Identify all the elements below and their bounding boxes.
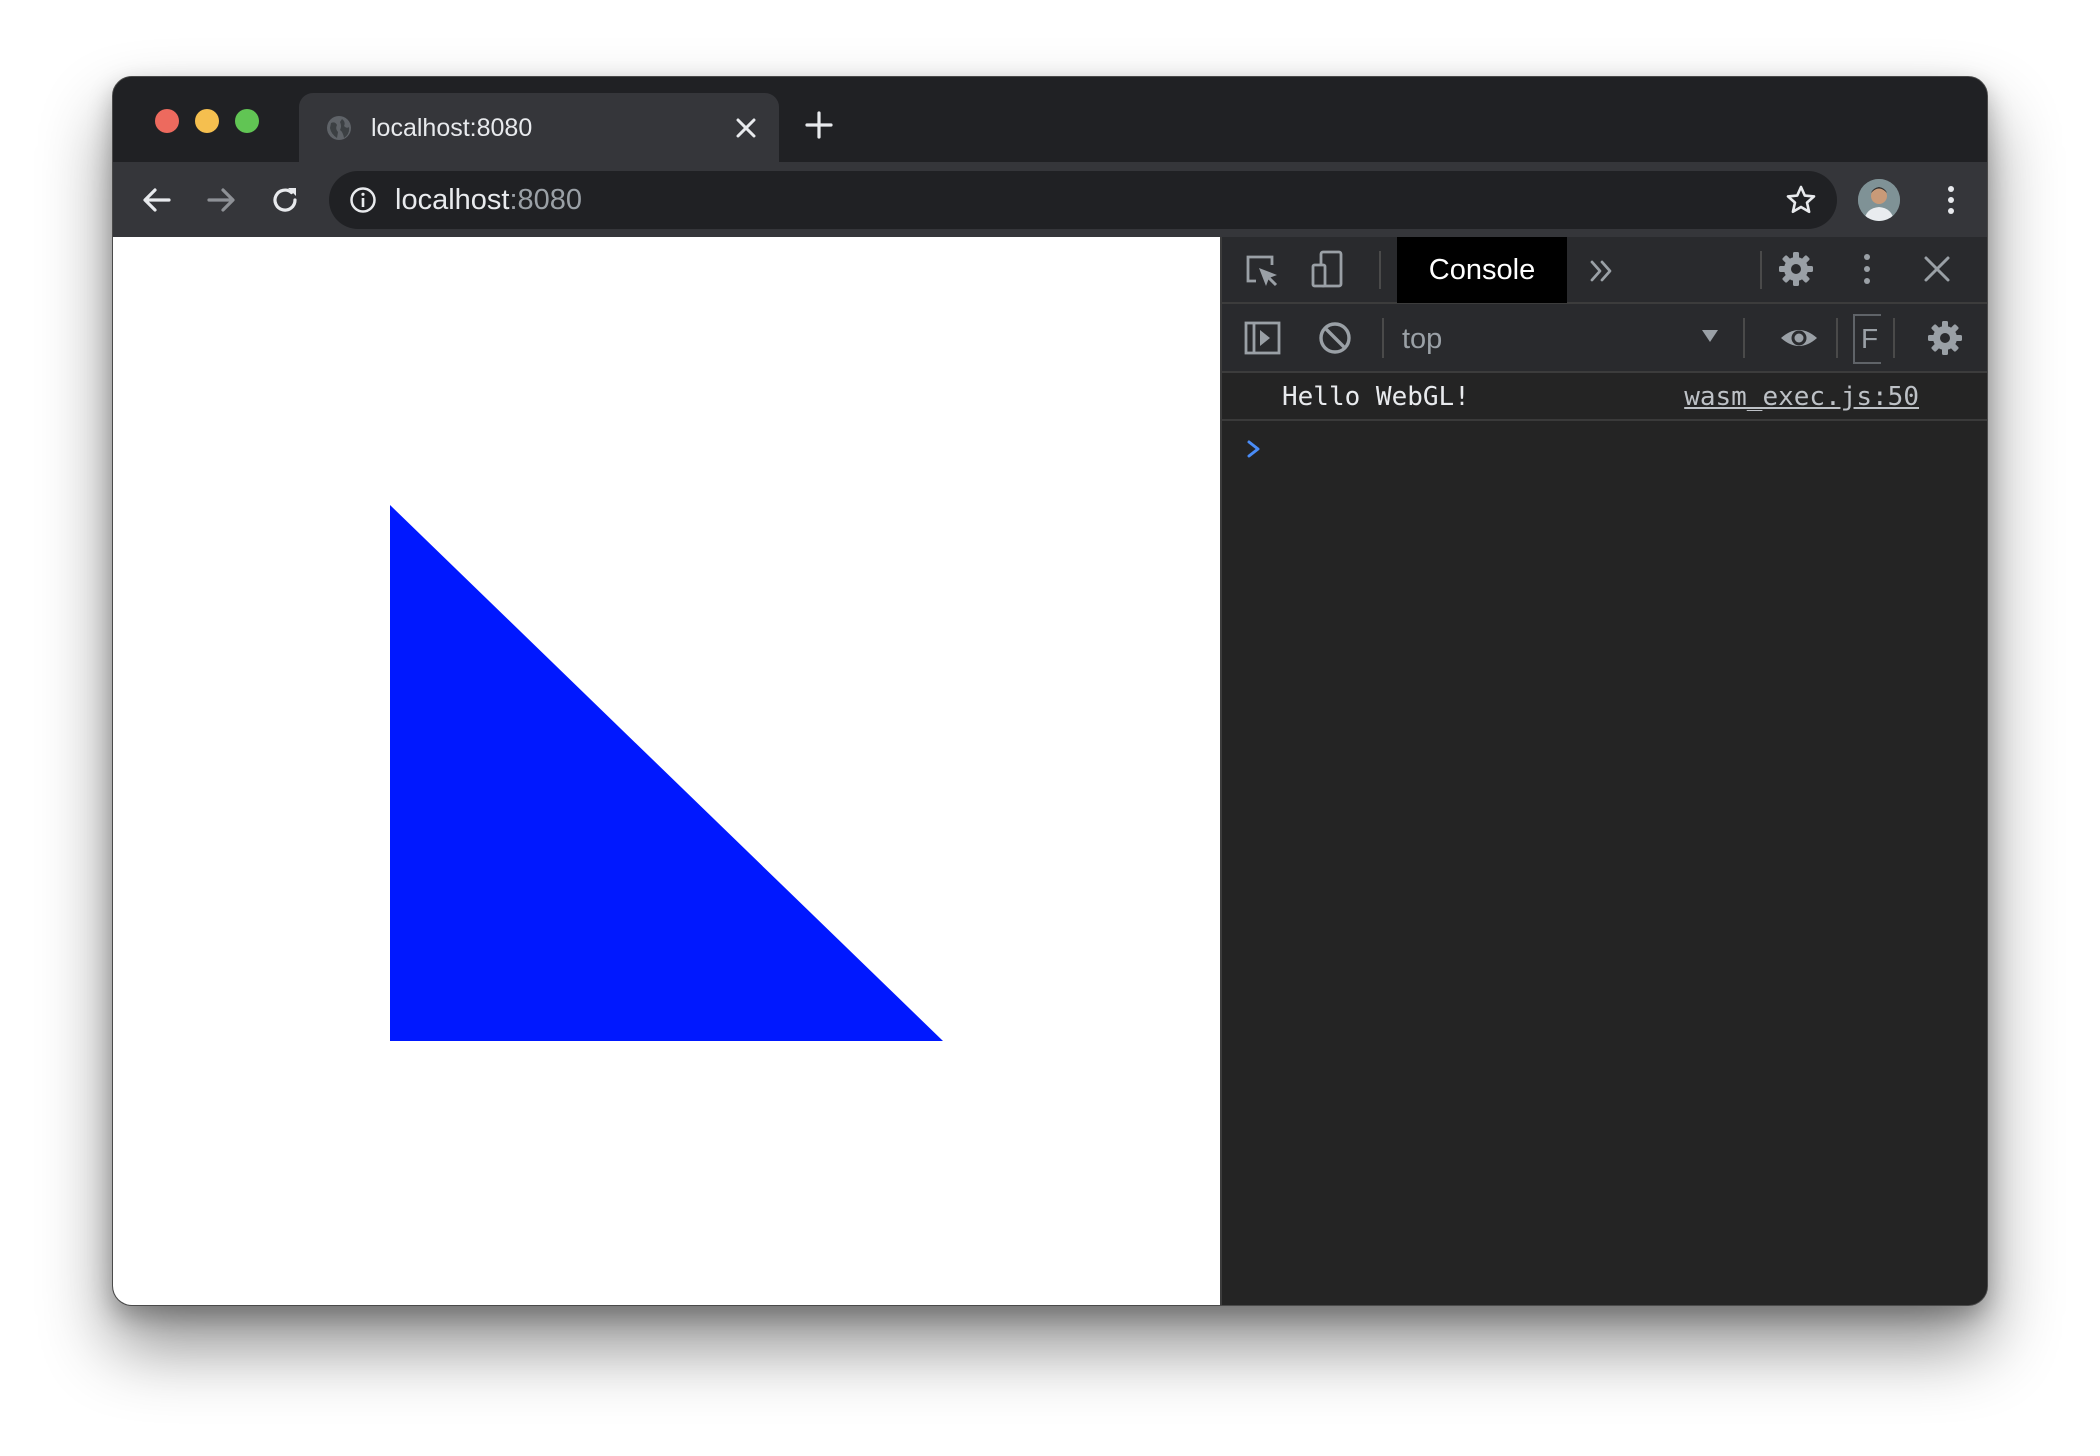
tab-console[interactable]: Console [1397, 237, 1567, 303]
console-message-row: Hello WebGL! wasm_exec.js:50 [1222, 373, 1987, 421]
dropdown-arrow-icon[interactable] [1700, 326, 1720, 346]
devtools-panel: Console top F Hello WebGL! wasm_exec.js:… [1220, 237, 1987, 1305]
settings-gear-icon[interactable] [1776, 249, 1816, 289]
more-tabs-chevron-icon[interactable] [1582, 251, 1622, 291]
address-bar[interactable]: localhost:8080 [329, 171, 1837, 229]
toolbar-divider [1836, 318, 1838, 358]
console-toolbar: top F [1222, 304, 1987, 373]
close-window-button[interactable] [155, 109, 179, 133]
sidebar-toggle-icon[interactable] [1242, 318, 1282, 358]
console-message-text: Hello WebGL! [1282, 382, 1470, 412]
toolbar-divider [1382, 318, 1384, 358]
url-text: localhost:8080 [395, 181, 582, 219]
toolbar-divider [1893, 318, 1895, 358]
blue-triangle [390, 505, 943, 1041]
globe-icon [327, 116, 351, 140]
url-port: :8080 [509, 184, 583, 216]
inspect-element-icon[interactable] [1242, 251, 1282, 291]
device-toolbar-icon[interactable] [1308, 249, 1348, 289]
console-settings-gear-icon[interactable] [1925, 318, 1965, 358]
url-host: localhost [395, 184, 510, 216]
bookmark-star-icon[interactable] [1785, 184, 1817, 216]
avatar-image [1858, 179, 1900, 221]
browser-tab[interactable]: localhost:8080 [299, 93, 779, 162]
tab-title: localhost:8080 [371, 114, 533, 142]
reload-icon[interactable] [267, 182, 303, 218]
browser-window: localhost:8080 localhost:8080 Console to… [112, 76, 1988, 1306]
filter-input[interactable]: F [1853, 314, 1881, 364]
minimize-window-button[interactable] [195, 109, 219, 133]
maximize-window-button[interactable] [235, 109, 259, 133]
console-message-source-link[interactable]: wasm_exec.js:50 [1684, 381, 1919, 413]
console-prompt-icon[interactable] [1244, 437, 1264, 461]
close-devtools-icon[interactable] [1917, 249, 1957, 289]
browser-toolbar: localhost:8080 [113, 162, 1987, 237]
forward-arrow-icon[interactable] [203, 182, 239, 218]
page-viewport [113, 237, 1220, 1305]
info-icon[interactable] [349, 186, 377, 214]
devtools-menu-icon[interactable] [1847, 249, 1887, 289]
webgl-canvas [390, 505, 943, 1041]
new-tab-icon[interactable] [803, 109, 835, 141]
toolbar-divider [1743, 318, 1745, 358]
back-arrow-icon[interactable] [139, 182, 175, 218]
devtools-tab-bar: Console [1222, 237, 1987, 304]
clear-console-icon[interactable] [1315, 318, 1355, 358]
toolbar-divider [1379, 251, 1381, 289]
context-selector[interactable]: top [1402, 320, 1442, 358]
profile-avatar[interactable] [1858, 179, 1900, 221]
browser-menu-icon[interactable] [1933, 181, 1969, 219]
live-expression-eye-icon[interactable] [1779, 318, 1819, 358]
close-tab-icon[interactable] [733, 115, 759, 141]
tab-strip: localhost:8080 [113, 77, 1987, 162]
toolbar-divider [1760, 251, 1762, 289]
